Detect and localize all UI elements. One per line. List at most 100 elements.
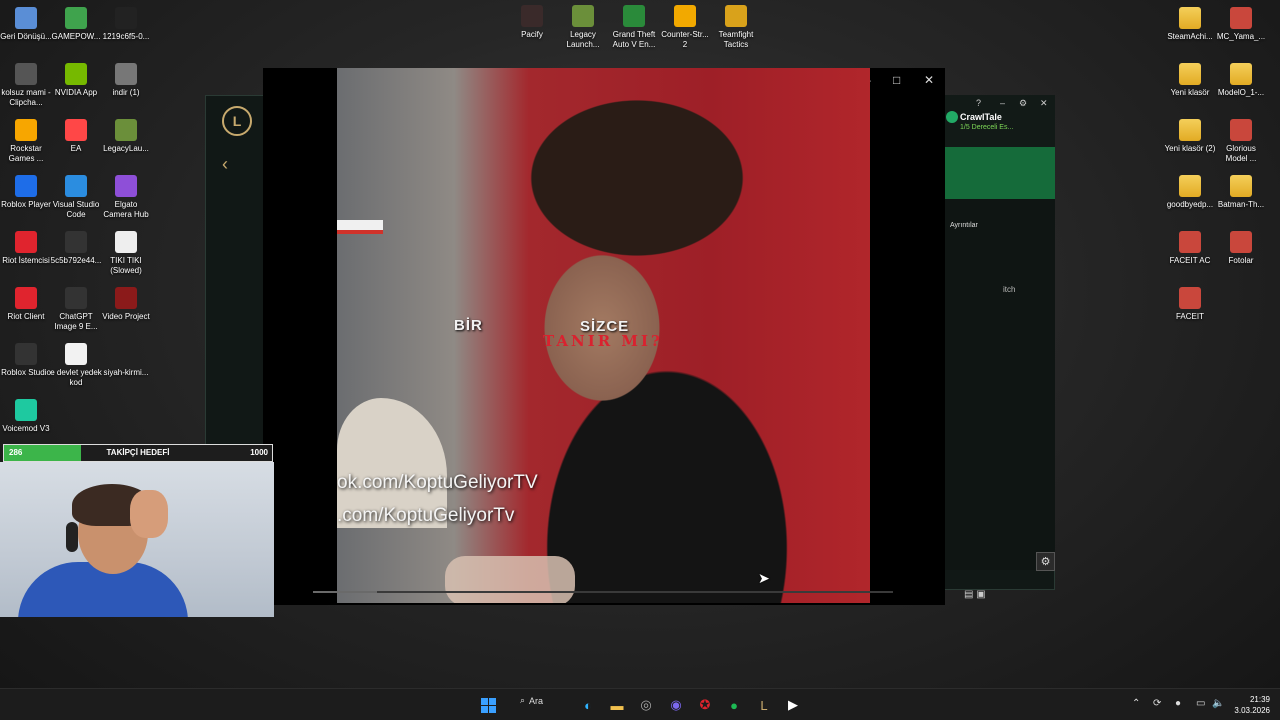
desktop-icon-left-18[interactable]: Roblox Studio [0, 343, 52, 378]
media-player-icon[interactable]: ▶ [782, 695, 804, 715]
desktop-icon-left-0[interactable]: Geri Dönüşü... [0, 7, 52, 42]
desktop-icon-left-3[interactable]: kolsuz mami - Clipcha... [0, 63, 52, 108]
desktop-icon-left-17[interactable]: Video Project [100, 287, 152, 322]
desktop-icon-label: goodbyedp... [1166, 200, 1214, 209]
desktop-icon-label: Elgato Camera Hub [103, 200, 149, 219]
discord-icon[interactable]: ◉ [665, 695, 687, 715]
tab-details[interactable]: Ayrıntılar [950, 222, 978, 229]
image-file-icon [65, 287, 87, 309]
chevron-up-icon[interactable]: ⌃ [1132, 698, 1140, 709]
file-icon [115, 7, 137, 29]
riot-client-icon[interactable]: ✪ [694, 695, 716, 715]
desktop-icon-left-21[interactable]: Voicemod V3 [0, 399, 52, 434]
desktop-icon-right-5[interactable]: Glorious Model ... [1215, 119, 1267, 164]
roblox-studio-icon [15, 343, 37, 365]
voicemod-icon [15, 399, 37, 421]
video-project-icon [115, 287, 137, 309]
desktop-icon-right-9[interactable]: Fotolar [1215, 231, 1267, 266]
desktop-icon-top-1[interactable]: Legacy Launch... [557, 5, 609, 50]
desktop-icon-top-3[interactable]: Counter-Str... 2 [659, 5, 711, 50]
desktop-icon-label: Yeni klasör (2) [1164, 144, 1216, 153]
desktop-icon-label: Teamfight Tactics [718, 30, 754, 49]
desktop-icon-left-14[interactable]: TIKI TIKI (Slowed) [100, 231, 152, 276]
desktop-icon-label: Grand Theft Auto V En... [612, 30, 656, 49]
file-explorer-icon[interactable]: ▬ [606, 695, 628, 715]
desktop-icon-right-2[interactable]: Yeni klasör [1164, 63, 1216, 98]
desktop-icon-label: GAMEPOW... [51, 32, 101, 41]
spotify-icon[interactable]: ● [723, 695, 745, 715]
webcam-overlay [0, 462, 274, 617]
tft-icon [725, 5, 747, 27]
desktop-icon-left-8[interactable]: LegacyLau... [100, 119, 152, 154]
minimize-icon[interactable]: – [1000, 98, 1005, 108]
desktop-icon-label: Riot İstemcisi [2, 256, 50, 265]
mouse-cursor-icon: ➤ [758, 570, 770, 586]
desktop-icon-label: SteamAchi... [1167, 32, 1213, 41]
desktop-icon-left-6[interactable]: Rockstar Games ... [0, 119, 52, 164]
back-arrow-icon[interactable]: ‹ [222, 154, 228, 175]
desktop-icon-right-1[interactable]: MC_Yama_... [1215, 7, 1267, 42]
photos-icon [1230, 231, 1252, 253]
desktop-icon-top-2[interactable]: Grand Theft Auto V En... [608, 5, 660, 50]
desktop-icon-right-6[interactable]: goodbyedp... [1164, 175, 1216, 210]
desktop-icon-left-13[interactable]: 5c5b792e44... [50, 231, 102, 266]
desktop-icon-right-10[interactable]: FACEIT [1164, 287, 1216, 322]
desktop-icon-right-3[interactable]: ModelO_1-... [1215, 63, 1267, 98]
desktop-icon-left-10[interactable]: Visual Studio Code [50, 175, 102, 220]
desktop-icon-right-4[interactable]: Yeni klasör (2) [1164, 119, 1216, 154]
network-icon[interactable]: ⟳ [1153, 698, 1161, 709]
start-button[interactable] [477, 695, 499, 715]
desktop-icon-left-1[interactable]: GAMEPOW... [50, 7, 102, 42]
rockstar-icon [15, 119, 37, 141]
close-button[interactable]: ✕ [924, 73, 934, 87]
desktop-icon-label: FACEIT [1175, 312, 1204, 321]
mic-icon[interactable]: ● [1175, 698, 1181, 709]
view-toggle-buttons[interactable]: ▤ ▣ [964, 589, 986, 600]
desktop-icon-left-9[interactable]: Roblox Player [0, 175, 52, 210]
watermark-line-1: ok.com/KoptuGeliyorTV [337, 472, 538, 493]
desktop-icon-label: kolsuz mami - Clipcha... [1, 88, 51, 107]
display-icon[interactable]: ▭ [1196, 698, 1205, 709]
desktop-icon-left-16[interactable]: ChatGPT Image 9 E... [50, 287, 102, 332]
gear-icon[interactable]: ⚙ [1019, 98, 1027, 109]
desktop-icon-label: Pacify [521, 30, 543, 39]
folder-icon [1179, 175, 1201, 197]
desktop-icon-top-0[interactable]: Pacify [506, 5, 558, 40]
desktop-icon-left-19[interactable]: e devlet yedek kod [50, 343, 102, 388]
desktop-icon-left-15[interactable]: Riot Client [0, 287, 52, 322]
help-icon[interactable]: ? [976, 98, 981, 108]
volume-icon[interactable]: 🔈 [1212, 698, 1224, 709]
league-logo-icon[interactable]: L [222, 106, 252, 136]
desktop-icon-label: TIKI TIKI (Slowed) [110, 256, 142, 275]
search-button[interactable]: ⌕ Ara [520, 695, 543, 706]
desktop-icon-left-4[interactable]: NVIDIA App [50, 63, 102, 98]
close-icon[interactable]: ✕ [1040, 98, 1048, 109]
video-file-icon [15, 63, 37, 85]
cs2-icon [674, 5, 696, 27]
desktop-icon-top-4[interactable]: Teamfight Tactics [710, 5, 762, 50]
video-frame[interactable]: BİR SİZCE TANIR MI? ok.com/KoptuGeliyorT… [337, 68, 870, 603]
edge-icon[interactable]: ◐ [577, 695, 599, 715]
desktop-icon-right-8[interactable]: FACEIT AC [1164, 231, 1216, 266]
follower-goal-label: TAKİPÇİ HEDEFİ [106, 448, 170, 457]
desktop-icon-left-20[interactable]: siyah-kirmi... [100, 343, 152, 378]
desktop-icon-right-0[interactable]: SteamAchi... [1164, 7, 1216, 42]
desktop-icon-right-7[interactable]: Batman-Th... [1215, 175, 1267, 210]
desktop-icon-left-12[interactable]: Riot İstemcisi [0, 231, 52, 266]
caption-left: BİR [454, 317, 483, 334]
clock[interactable]: 21:39 3.03.2026 [1230, 694, 1270, 716]
maximize-button[interactable]: □ [893, 73, 900, 87]
app-icon[interactable]: ◎ [635, 695, 657, 715]
desktop-icon-left-11[interactable]: Elgato Camera Hub [100, 175, 152, 220]
vscode-icon [65, 175, 87, 197]
seek-bar[interactable] [313, 591, 893, 593]
folder-icon [1179, 7, 1201, 29]
minecraft-icon [115, 119, 137, 141]
text-file-icon [65, 343, 87, 365]
desktop-icon-left-2[interactable]: 1219c6f5-0... [100, 7, 152, 42]
desktop-icon-left-5[interactable]: indir (1) [100, 63, 152, 98]
settings-gear-icon[interactable]: ⚙ [1036, 552, 1055, 571]
league-icon[interactable]: L [753, 695, 775, 715]
glorious-icon [1230, 119, 1252, 141]
desktop-icon-left-7[interactable]: EA [50, 119, 102, 154]
